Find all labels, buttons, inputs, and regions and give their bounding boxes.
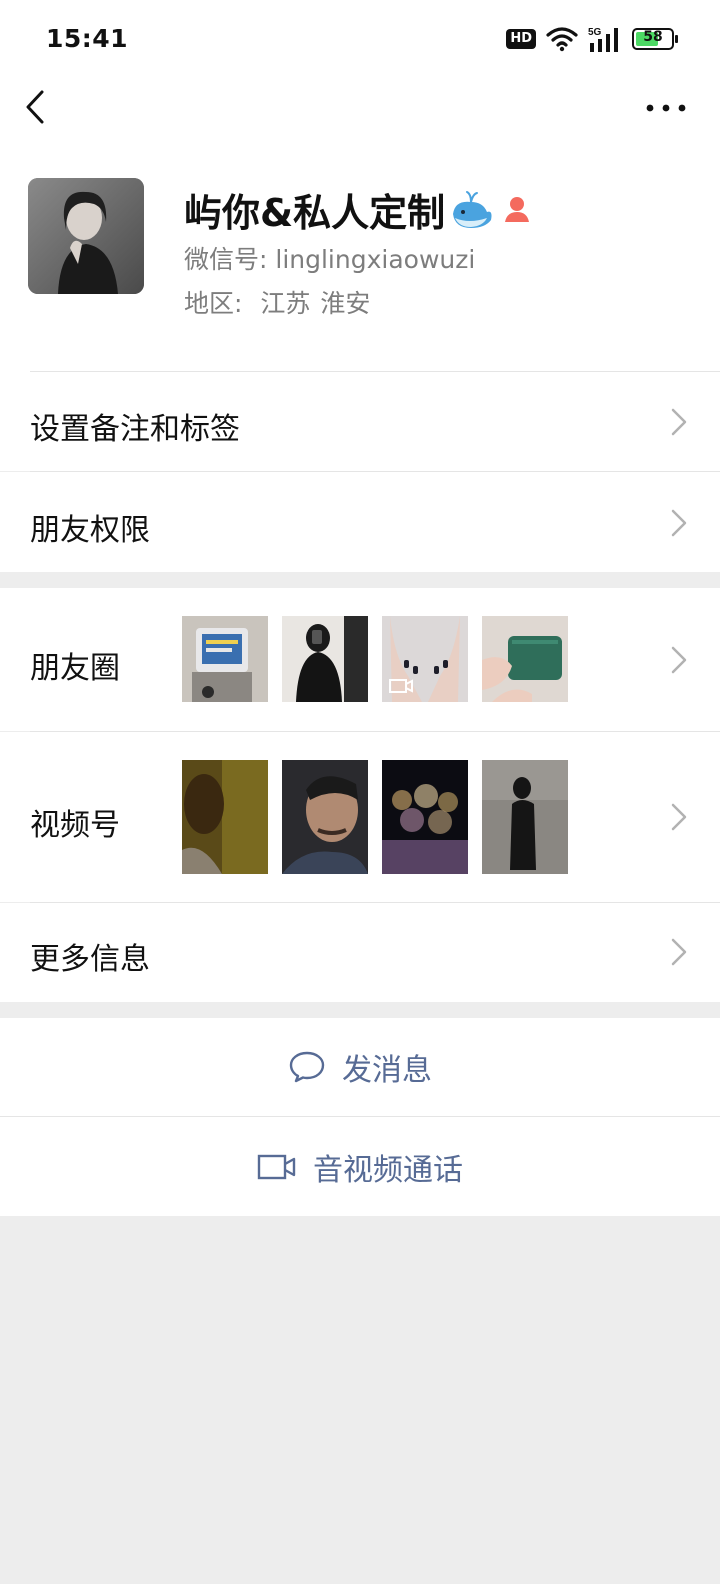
send-message-label: 发消息 (342, 1053, 432, 1088)
status-bar: 15:41 HD 5G 58 (0, 0, 720, 72)
channels-thumbnails (182, 760, 568, 874)
row-label-moments: 朋友圈 (30, 651, 120, 686)
nickname-text: 屿你&私人定制 (184, 191, 446, 235)
row-more-info[interactable]: 更多信息 (0, 903, 720, 1002)
battery-icon: 58 (632, 28, 678, 50)
row-channels[interactable]: 视频号 (0, 732, 720, 902)
back-chevron-icon[interactable] (18, 86, 58, 130)
row-set-remarks-and-tags[interactable]: 设置备注和标签 (0, 372, 720, 471)
region-province: 江苏 (260, 289, 311, 318)
channels-thumbnail (182, 760, 268, 874)
send-message-button[interactable]: 发消息 (0, 1018, 720, 1116)
av-call-label: 音视频通话 (313, 1152, 463, 1188)
channels-thumbnail (382, 760, 468, 874)
video-camera-icon (257, 1154, 296, 1179)
chevron-right-icon (671, 509, 687, 537)
moments-thumbnail (482, 616, 568, 702)
network-label: 5G (588, 27, 602, 38)
chevron-right-icon (671, 646, 687, 674)
profile-header: 屿你&私人定制 微信号: linglingxiaowuzi 地区: 江苏 淮安 (0, 144, 720, 372)
battery-level: 58 (643, 29, 663, 45)
row-label-more-info: 更多信息 (30, 942, 150, 977)
moments-thumbnail (382, 616, 468, 702)
channels-thumbnail (482, 760, 568, 874)
avatar-image (28, 178, 144, 294)
moments-thumbnail (182, 616, 268, 702)
chevron-right-icon (671, 803, 687, 831)
nickname: 屿你&私人定制 (184, 182, 535, 237)
wechat-id-label: 微信号: (184, 245, 276, 274)
row-label-permissions: 朋友权限 (30, 513, 150, 548)
row-moments[interactable]: 朋友圈 (0, 588, 720, 731)
whale-icon (453, 190, 492, 228)
region-label: 地区: (184, 289, 251, 318)
row-label-remarks: 设置备注和标签 (30, 412, 240, 447)
region-city: 淮安 (320, 289, 371, 318)
av-call-button[interactable]: 音视频通话 (0, 1117, 720, 1216)
moments-thumbnails (182, 616, 568, 702)
region: 地区: 江苏 淮安 (184, 284, 370, 320)
status-time: 15:41 (46, 24, 129, 53)
more-dots-icon[interactable] (642, 94, 692, 122)
row-label-channels: 视频号 (30, 808, 120, 843)
channels-thumbnail (282, 760, 368, 874)
chat-bubble-icon (289, 1051, 325, 1083)
status-icons: HD 5G 58 (506, 24, 678, 54)
nav-bar (0, 72, 720, 144)
contact-profile-page: 15:41 HD 5G 58 屿你&私人定制 微信号: linglingxiao… (0, 0, 720, 1584)
wechat-id: 微信号: linglingxiaowuzi (184, 240, 475, 276)
hd-icon: HD (506, 29, 536, 49)
signal-icon: 5G (588, 27, 618, 52)
chevron-right-icon (671, 938, 687, 966)
row-friend-permissions[interactable]: 朋友权限 (0, 472, 720, 572)
person-badge-icon (505, 196, 530, 222)
chevron-right-icon (671, 408, 687, 436)
wifi-icon (546, 27, 578, 52)
nickname-decorations (449, 190, 535, 230)
moments-thumbnail (282, 616, 368, 702)
avatar[interactable] (28, 178, 144, 294)
wechat-id-value: linglingxiaowuzi (275, 245, 476, 274)
